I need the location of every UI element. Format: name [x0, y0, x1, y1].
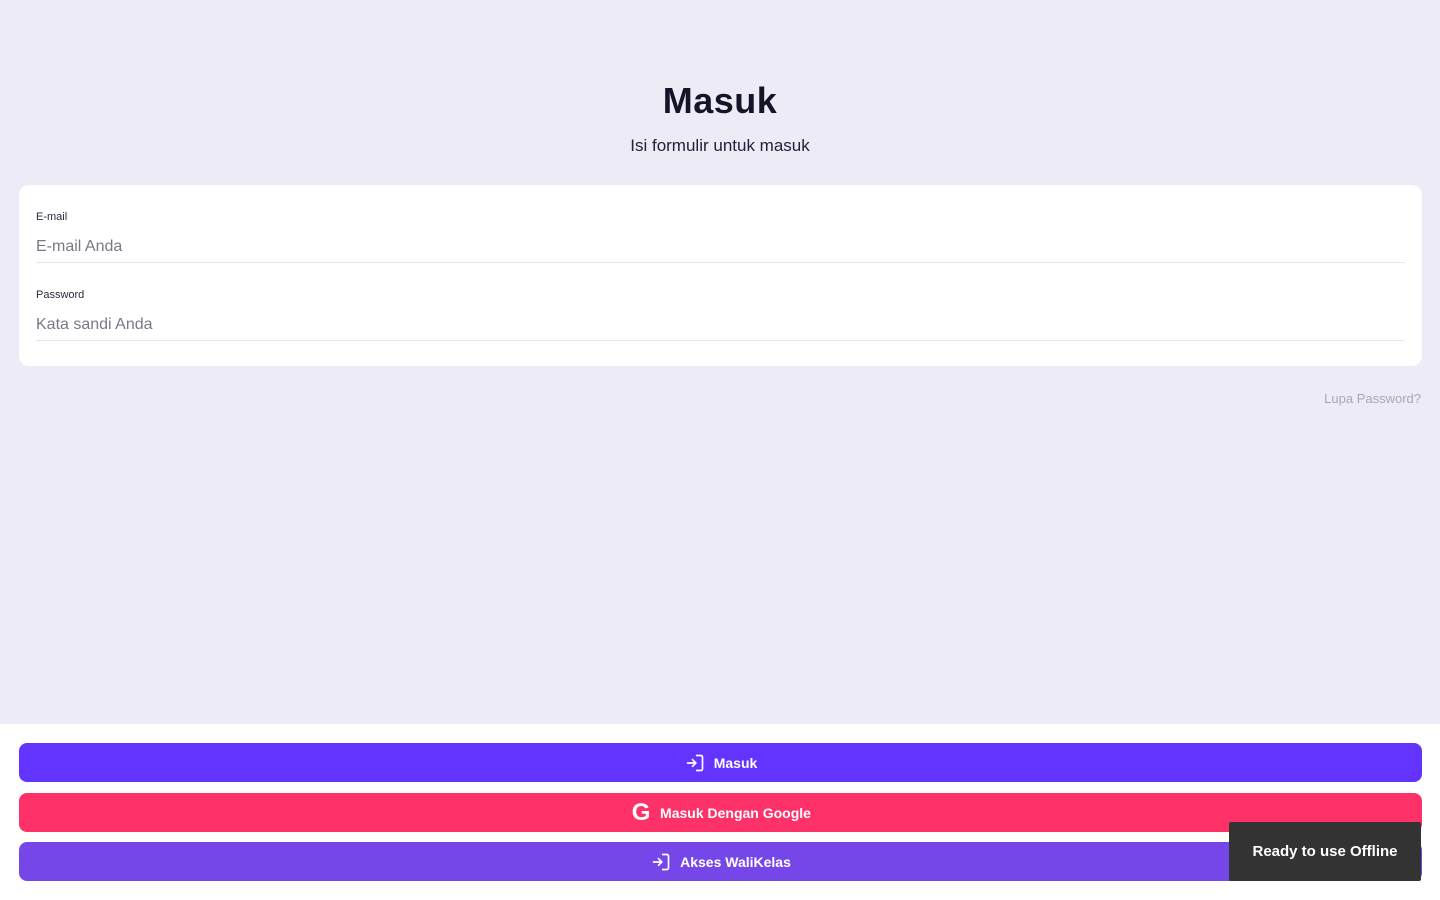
google-icon: G — [631, 798, 651, 826]
login-icon — [650, 851, 672, 873]
login-form-card: E-mail Password — [19, 185, 1422, 366]
email-field-group: E-mail — [36, 211, 1405, 263]
google-login-button-label: Masuk Dengan Google — [660, 804, 811, 821]
login-icon — [684, 752, 706, 774]
page-header: Masuk Isi formulir untuk masuk — [0, 80, 1440, 156]
email-label: E-mail — [36, 211, 68, 223]
google-login-button[interactable]: G Masuk Dengan Google — [19, 793, 1422, 832]
offline-ready-toast: Ready to use Offline — [1229, 822, 1421, 881]
login-button-label: Masuk — [713, 754, 758, 771]
toast-text: Ready to use Offline — [1252, 843, 1398, 860]
page-title: Masuk — [662, 80, 778, 121]
password-label: Password — [36, 289, 85, 301]
walikelas-access-button[interactable]: Akses WaliKelas — [19, 842, 1422, 881]
forgot-password-link[interactable]: Lupa Password? — [1324, 391, 1421, 406]
password-field-group: Password — [36, 289, 1405, 341]
email-input[interactable] — [36, 231, 1405, 263]
walikelas-access-button-label: Akses WaliKelas — [680, 853, 791, 870]
page-subtitle: Isi formulir untuk masuk — [630, 136, 810, 155]
login-button[interactable]: Masuk — [19, 743, 1422, 782]
password-input[interactable] — [36, 309, 1405, 341]
